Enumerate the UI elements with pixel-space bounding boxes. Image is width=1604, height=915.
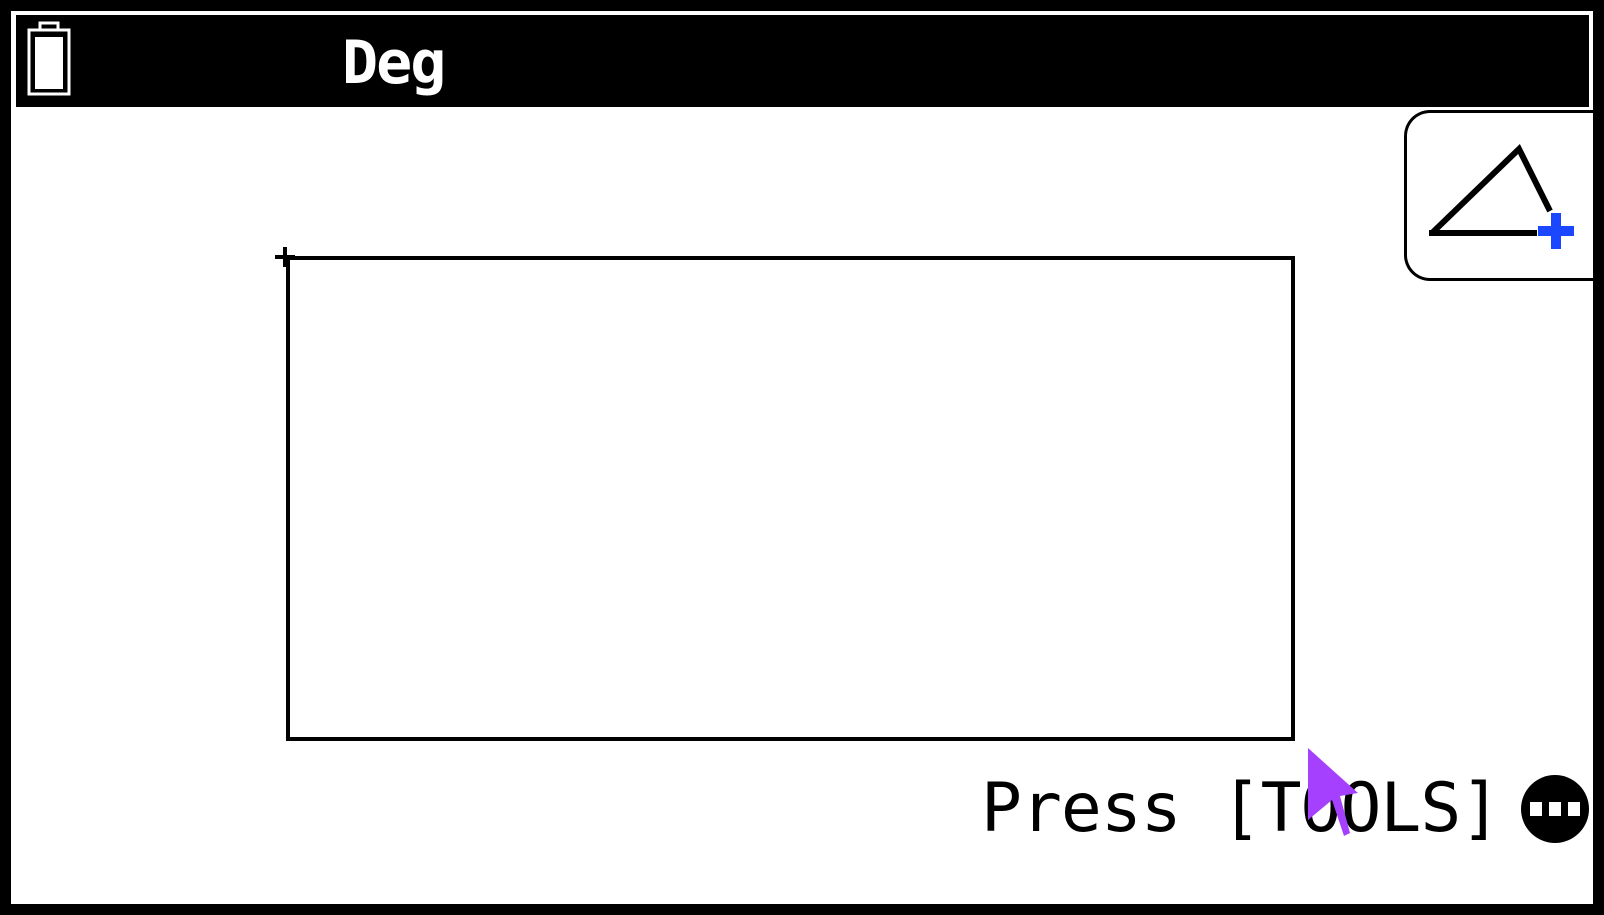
tools-hint: Press [TOOLS]	[981, 769, 1590, 849]
selection-rectangle[interactable]	[286, 256, 1295, 741]
calculator-screen: Deg Press [TOOLS]	[11, 11, 1593, 904]
hint-text: Press [TOOLS]	[981, 769, 1501, 848]
triangle-plus-icon	[1429, 144, 1574, 249]
add-shape-button[interactable]	[1404, 110, 1593, 281]
more-dots-icon	[1521, 775, 1590, 843]
